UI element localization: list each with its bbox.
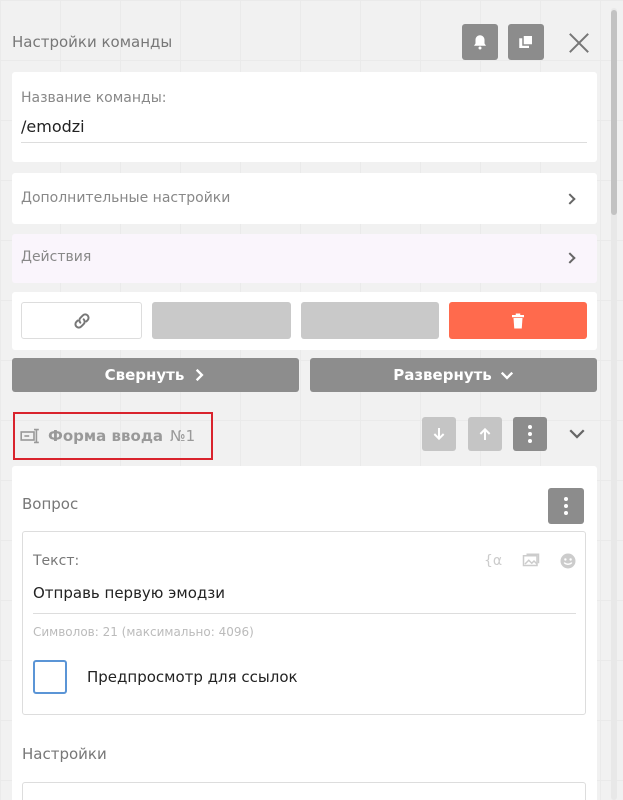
link-icon <box>73 312 90 329</box>
delete-button[interactable] <box>449 302 587 339</box>
notification-button[interactable] <box>462 24 498 60</box>
additional-settings-label: Дополнительные настройки <box>21 190 231 206</box>
action-button-1[interactable] <box>152 302 291 339</box>
text-editor-box: Текст: {α Отправь первую эмодзи Символов… <box>22 531 586 715</box>
chevron-down-icon[interactable] <box>568 427 586 441</box>
actions-label: Действия <box>21 249 92 265</box>
additional-settings-row[interactable]: Дополнительные настройки <box>12 173 597 224</box>
collapse-label: Свернуть <box>104 366 185 384</box>
expand-button[interactable]: Развернуть <box>310 358 597 392</box>
input-underline <box>33 613 576 614</box>
copy-button[interactable] <box>508 24 544 60</box>
copy-icon <box>519 34 534 48</box>
image-icon[interactable] <box>522 553 540 569</box>
input-underline <box>21 142 587 143</box>
command-name-card: Название команды: /emodzi <box>12 72 597 162</box>
toolbar-card <box>12 292 597 350</box>
close-icon[interactable] <box>566 30 592 56</box>
kebab-icon <box>528 425 532 443</box>
expand-label: Развернуть <box>393 366 492 384</box>
chevron-right-icon <box>564 252 576 264</box>
settings-box <box>22 782 586 800</box>
bell-icon <box>474 35 486 50</box>
question-label: Вопрос <box>22 495 79 513</box>
move-down-button[interactable] <box>422 417 456 451</box>
question-menu-button[interactable] <box>548 488 584 524</box>
trash-icon <box>512 313 524 328</box>
block-menu-button[interactable] <box>513 417 547 451</box>
action-button-2[interactable] <box>301 302 439 339</box>
chevron-right-icon <box>196 368 204 382</box>
link-preview-label: Предпросмотр для ссылок <box>87 668 298 686</box>
settings-label: Настройки <box>22 745 107 763</box>
link-button[interactable] <box>21 302 142 339</box>
block-title: Форма ввода <box>48 427 164 445</box>
input-form-icon <box>20 428 39 444</box>
actions-row[interactable]: Действия <box>12 234 597 283</box>
chevron-down-icon <box>500 371 513 380</box>
emoji-icon[interactable] <box>559 552 577 570</box>
scrollbar-thumb[interactable] <box>611 10 617 215</box>
kebab-icon <box>564 497 568 515</box>
link-preview-checkbox[interactable] <box>33 660 67 694</box>
block-number: №1 <box>170 427 196 445</box>
question-card: Вопрос Текст: {α Отправь первую эмодзи С… <box>12 466 597 800</box>
panel-title: Настройки команды <box>12 33 173 51</box>
arrow-down-icon <box>433 428 445 441</box>
chevron-right-icon <box>564 193 576 205</box>
arrow-up-icon <box>479 427 491 440</box>
variables-icon[interactable]: {α <box>484 553 502 569</box>
collapse-button[interactable]: Свернуть <box>12 358 299 392</box>
question-text-input[interactable]: Отправь первую эмодзи <box>33 584 225 602</box>
text-label: Текст: <box>33 553 80 569</box>
move-up-button[interactable] <box>468 417 502 451</box>
command-name-label: Название команды: <box>21 90 167 106</box>
command-name-input[interactable]: /emodzi <box>21 117 85 136</box>
command-settings-panel: Настройки команды Название команды: /emo… <box>0 0 623 800</box>
character-counter: Символов: 21 (максимально: 4096) <box>33 625 254 639</box>
